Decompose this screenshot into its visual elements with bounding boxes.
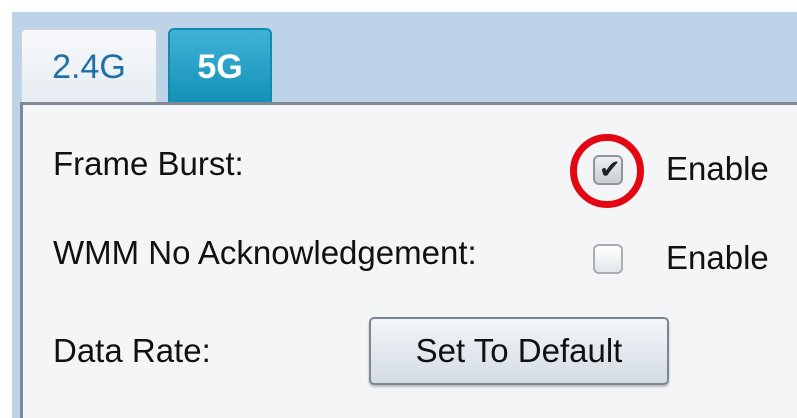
set-to-default-button[interactable]: Set To Default (369, 317, 669, 385)
frame-burst-enable-label: Enable (666, 150, 769, 187)
tab-5g[interactable]: 5G (168, 28, 272, 102)
wmm-no-ack-checkbox[interactable] (593, 244, 623, 274)
tab-2-4g[interactable]: 2.4G (20, 28, 158, 102)
highlight-circle (570, 134, 644, 208)
top-strip (0, 0, 797, 12)
wmm-no-ack-label: WMM No Acknowledgement: (53, 234, 477, 271)
data-rate-label: Data Rate: (53, 332, 211, 369)
frame-burst-label: Frame Burst: (53, 145, 244, 182)
wmm-no-ack-enable-label: Enable (666, 239, 769, 276)
